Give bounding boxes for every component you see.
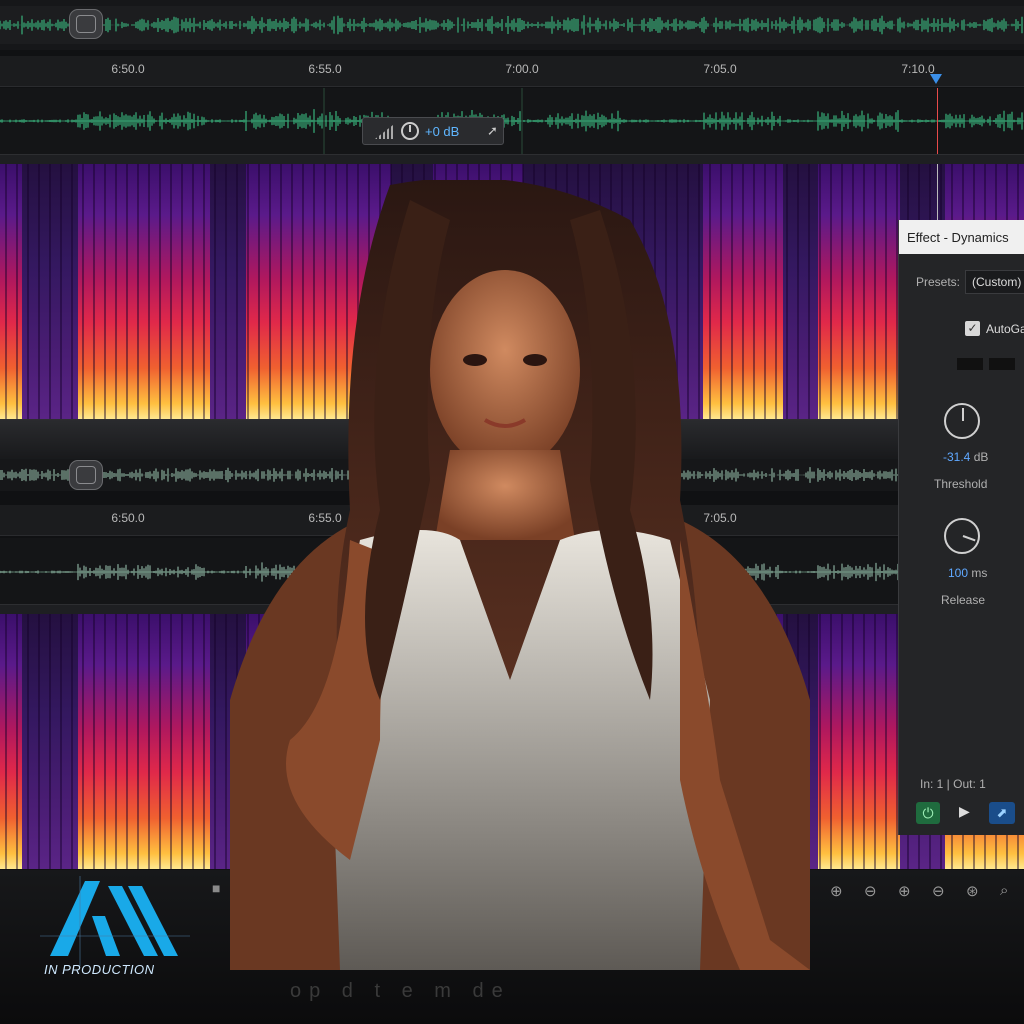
zoom-selection-icon[interactable]: ⌕ [1000, 882, 1008, 899]
threshold-label: Threshold [934, 477, 988, 491]
threshold-knob[interactable] [944, 403, 980, 439]
waveform-track-top[interactable] [0, 88, 1024, 154]
playhead-marker-icon[interactable] [930, 74, 942, 84]
overview-scroll-handle[interactable] [69, 9, 103, 39]
zoom-out-time-icon[interactable]: ⊖ [932, 882, 945, 900]
overview-scroll-handle[interactable] [69, 460, 103, 490]
power-toggle-icon[interactable]: ⏻ [916, 802, 940, 824]
zoom-in-time-icon[interactable]: ⊕ [898, 882, 911, 900]
stop-icon[interactable]: ■ [212, 880, 220, 896]
ruler-tick-label: 6:50.0 [111, 62, 145, 76]
playhead-line [937, 88, 938, 154]
gain-knob-icon[interactable] [401, 122, 419, 140]
apply-icon[interactable]: ⬈ [989, 802, 1015, 824]
release-label: Release [941, 593, 986, 607]
zoom-out-amplitude-icon[interactable]: ⊖ [864, 882, 877, 900]
pin-icon[interactable]: ➚ [487, 123, 498, 139]
overview-waveform-top[interactable] [0, 0, 1024, 50]
zoom-full-icon[interactable]: ⊛ [966, 882, 979, 900]
logo-text: IN PRODUCTION [44, 962, 155, 977]
presets-value: (Custom) [972, 275, 1022, 289]
ruler-tick-label: 7:00.0 [505, 62, 539, 76]
preview-play-icon[interactable]: ▶ [959, 803, 970, 820]
ruler-tick-label: 6:55.0 [308, 62, 342, 76]
meter-segment [989, 358, 1015, 370]
autogain-label: AutoGa [986, 322, 1024, 336]
autogain-checkbox[interactable]: ✓ [965, 321, 980, 336]
presenter-figure [230, 180, 810, 970]
panel-titlebar[interactable]: Effect - Dynamics [899, 220, 1024, 254]
effect-dynamics-panel: Effect - Dynamics Presets: (Custom) ✓ Au… [898, 220, 1024, 835]
waveform-top-graphic [0, 88, 1024, 154]
io-label: In: 1 | Out: 1 [920, 777, 986, 791]
hud-gain-value: +0 dB [425, 124, 460, 139]
zoom-in-amplitude-icon[interactable]: ⊕ [830, 882, 843, 900]
ruler-tick-label: 7:05.0 [703, 62, 737, 76]
release-value: 100 ms [948, 566, 988, 580]
time-ruler-top[interactable]: 6:50.0 6:55.0 7:00.0 7:05.0 7:10.0 [0, 56, 1024, 87]
overview-waveform-top-graphic [0, 6, 1024, 44]
threshold-value: -31.4 dB [943, 450, 989, 464]
presets-label: Presets: [916, 275, 961, 289]
meter-segment [957, 358, 983, 370]
subtitle-caption: op d t e m de [290, 980, 511, 1002]
panel-title: Effect - Dynamics [907, 230, 1009, 245]
ruler-tick-label: 6:50.0 [111, 511, 145, 525]
signal-bars-icon [375, 125, 393, 139]
presets-dropdown[interactable]: (Custom) [965, 270, 1024, 294]
hud-gain-control[interactable]: +0 dB ➚ [362, 117, 504, 145]
release-knob[interactable] [944, 518, 980, 554]
